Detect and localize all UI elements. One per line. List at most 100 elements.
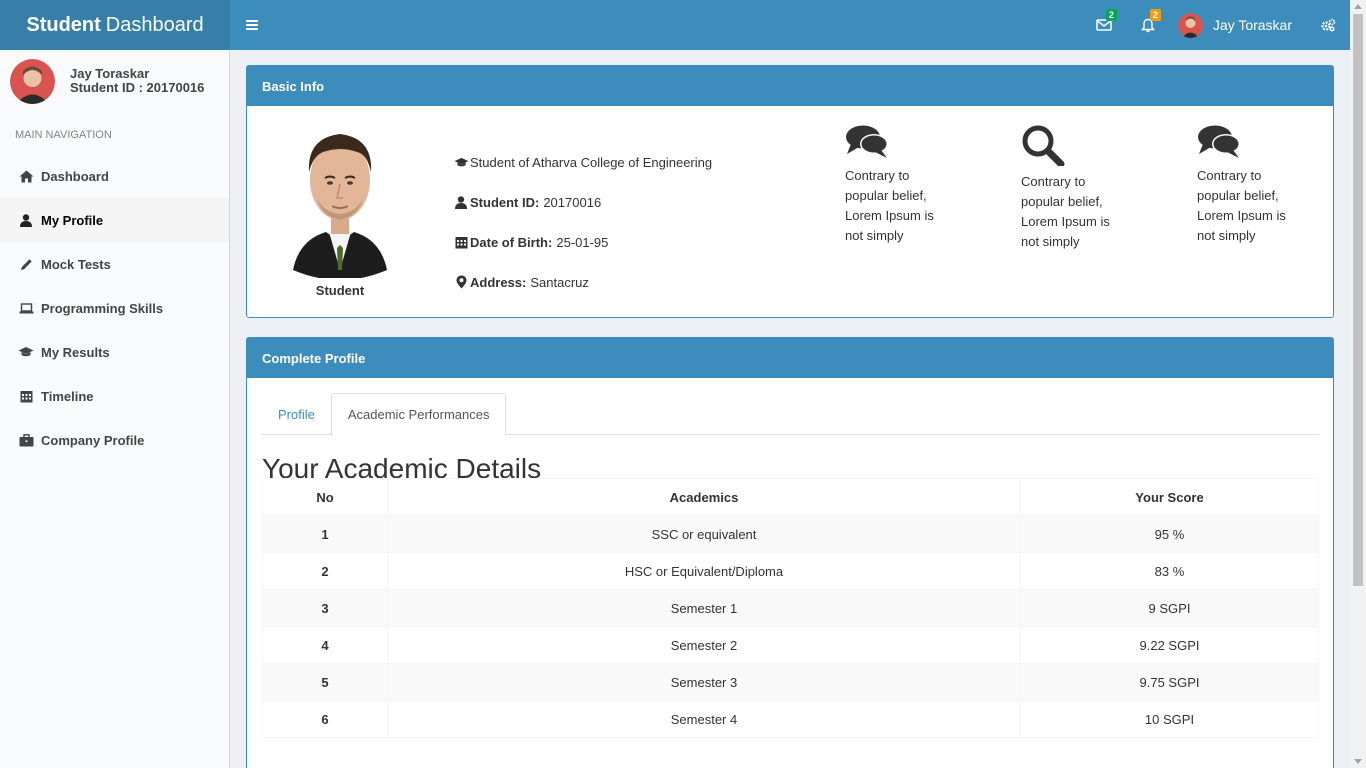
sidebar-user-info: Jay Toraskar Student ID : 20170016	[70, 67, 204, 95]
college-text: Student of Atharva College of Engineerin…	[470, 154, 713, 170]
student-photo	[293, 134, 387, 280]
tab-profile[interactable]: Profile	[262, 393, 331, 435]
table-cell: 83 %	[1020, 552, 1319, 590]
sidebar-item-label: My Results	[41, 344, 110, 360]
feature-text: Contrary to	[1197, 168, 1262, 183]
student-id-label: Student ID:	[470, 194, 540, 210]
feature-text: Lorem Ipsum is	[845, 208, 934, 223]
student-info-list: Student of Atharva College of Engineerin…	[453, 142, 712, 302]
table-cell: 4	[262, 626, 388, 664]
sidebar-item-mock-tests[interactable]: Mock Tests	[0, 242, 229, 286]
sidebar-user-name: Jay Toraskar	[70, 66, 150, 81]
sidebar-item-label: Timeline	[41, 388, 94, 404]
scroll-up-arrow-icon[interactable]	[1354, 4, 1362, 9]
feature-item: Contrary to popular belief, Lorem Ipsum …	[845, 124, 945, 246]
sidebar-item-label: Dashboard	[41, 168, 109, 184]
table-cell: Semester 1	[387, 589, 1021, 627]
notifications-button[interactable]: 2	[1126, 0, 1170, 50]
table-row: 5 Semester 3 9.75 SGPI	[262, 663, 1319, 701]
basic-info-box: Basic Info Student Student of Atharva Co…	[246, 65, 1334, 318]
table-cell: 2	[262, 552, 388, 590]
feature-text: popular belief,	[1197, 188, 1279, 203]
complete-profile-box: Complete Profile Profile Academic Perfor…	[246, 337, 1334, 768]
scroll-down-arrow-icon[interactable]	[1354, 759, 1362, 764]
table-cell: 9.75 SGPI	[1020, 663, 1319, 701]
top-header: Student Dashboard 2 2 Jay Toraskar	[0, 0, 1350, 50]
scrollbar-thumb[interactable]	[1353, 14, 1363, 586]
table-cell: HSC or Equivalent/Diploma	[387, 552, 1021, 590]
table-header-row: No Academics Your Score	[262, 478, 1319, 516]
header-user-name: Jay Toraskar	[1212, 17, 1292, 33]
table-cell: SSC or equivalent	[387, 515, 1021, 553]
calendar-icon	[455, 237, 467, 249]
sidebar-item-timeline[interactable]: Timeline	[0, 374, 229, 418]
sidebar: Jay Toraskar Student ID : 20170016 MAIN …	[0, 50, 230, 768]
feature-item: Contrary to popular belief, Lorem Ipsum …	[1021, 124, 1121, 252]
home-icon	[19, 170, 33, 182]
photo-caption: Student	[315, 283, 365, 298]
search-icon	[1022, 125, 1065, 168]
table-row: 6 Semester 4 10 SGPI	[262, 700, 1319, 738]
messages-badge: 2	[1105, 9, 1117, 21]
app-logo[interactable]: Student Dashboard	[0, 0, 230, 50]
feature-text: Lorem Ipsum is	[1021, 214, 1110, 229]
table-cell: 10 SGPI	[1020, 700, 1319, 738]
sidebar-item-programming-skills[interactable]: Programming Skills	[0, 286, 229, 330]
logo-bold-text: Student	[26, 13, 101, 36]
feature-text: popular belief,	[1021, 194, 1103, 209]
table-cell: 9 SGPI	[1020, 589, 1319, 627]
briefcase-icon	[19, 433, 33, 446]
address-value: Santacruz	[530, 274, 589, 290]
column-header: Your Score	[1020, 478, 1319, 516]
sidebar-toggle-button[interactable]	[230, 0, 274, 50]
laptop-icon	[19, 302, 33, 313]
feature-text: Contrary to	[1021, 174, 1086, 189]
calendar-icon	[20, 391, 32, 403]
comments-icon	[846, 125, 888, 158]
sidebar-user-panel: Jay Toraskar Student ID : 20170016	[0, 50, 229, 112]
sidebar-student-id: Student ID : 20170016	[70, 80, 205, 95]
hamburger-icon	[246, 24, 258, 26]
pencil-icon	[20, 258, 32, 270]
feature-text: not simply	[845, 228, 904, 243]
sidebar-item-my-profile[interactable]: My Profile	[0, 198, 229, 242]
messages-button[interactable]: 2	[1082, 0, 1126, 50]
sidebar-item-label: Company Profile	[41, 432, 145, 448]
sidebar-item-dashboard[interactable]: Dashboard	[0, 154, 229, 198]
settings-button[interactable]	[1306, 0, 1350, 50]
table-cell: 95 %	[1020, 515, 1319, 553]
logo-text: Dashboard	[105, 13, 204, 36]
feature-text: not simply	[1021, 234, 1080, 249]
address-line: Address: Santacruz	[453, 262, 712, 302]
avatar	[10, 58, 55, 104]
header-right-menu: 2 2 Jay Toraskar	[1082, 0, 1350, 50]
user-icon	[455, 195, 467, 209]
feature-text: Lorem Ipsum is	[1197, 208, 1286, 223]
table-row: 2 HSC or Equivalent/Diploma 83 %	[262, 552, 1319, 590]
dob-label: Date of Birth:	[470, 234, 553, 250]
tab-academic-performances[interactable]: Academic Performances	[330, 393, 507, 436]
user-icon	[20, 213, 32, 227]
table-cell: Semester 4	[387, 700, 1021, 738]
sidebar-item-my-results[interactable]: My Results	[0, 330, 229, 374]
table-row: 1 SSC or equivalent 95 %	[262, 515, 1319, 553]
graduation-cap-icon	[18, 347, 34, 357]
feature-text: popular belief,	[845, 188, 927, 203]
page-scrollbar[interactable]	[1350, 0, 1366, 768]
table-cell: Semester 3	[387, 663, 1021, 701]
comments-icon	[1198, 125, 1240, 158]
sidebar-item-company-profile[interactable]: Company Profile	[0, 418, 229, 462]
table-cell: 9.22 SGPI	[1020, 626, 1319, 664]
sidebar-item-label: Programming Skills	[41, 300, 164, 316]
basic-info-header: Basic Info	[247, 66, 1333, 106]
sidebar-item-label: My Profile	[41, 212, 104, 228]
user-menu-toggle[interactable]: Jay Toraskar	[1170, 0, 1306, 50]
graduation-cap-icon	[454, 157, 468, 166]
feature-text: Contrary to	[845, 168, 910, 183]
academic-table: No Academics Your Score 1 SSC or equival…	[262, 478, 1319, 738]
table-cell: Semester 2	[387, 626, 1021, 664]
main-content: Basic Info Student Student of Atharva Co…	[231, 50, 1350, 768]
dob-value: 25-01-95	[556, 234, 609, 250]
dob-line: Date of Birth: 25-01-95	[453, 222, 712, 262]
map-marker-icon	[456, 275, 466, 289]
